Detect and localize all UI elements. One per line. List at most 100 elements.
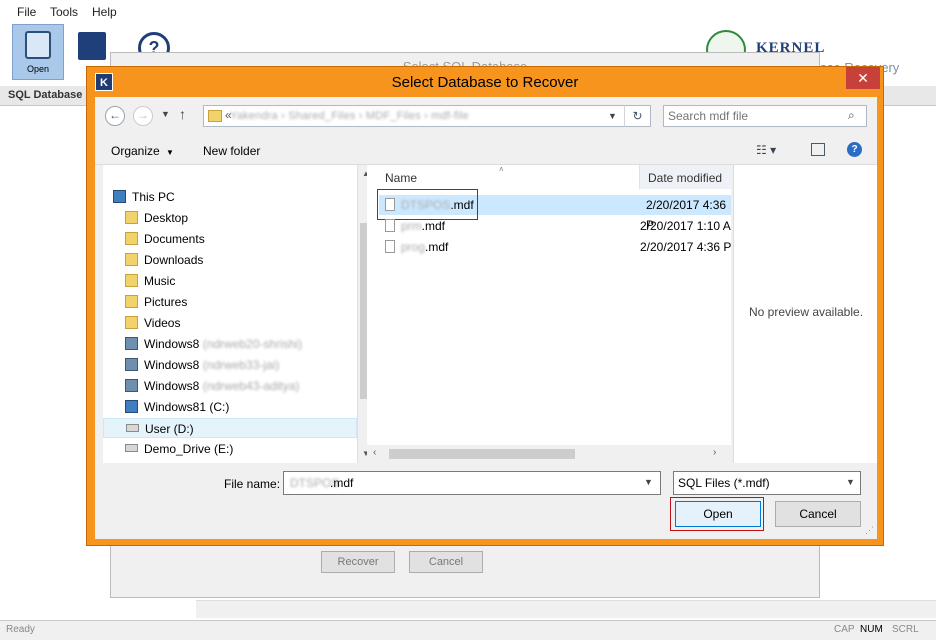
cancel-button[interactable]: Cancel [775,501,861,527]
nav-label: Downloads [144,253,204,267]
menu-tools[interactable]: Tools [50,5,78,19]
scroll-right-icon[interactable]: › [713,447,716,458]
chevron-down-icon[interactable]: ▼ [846,477,855,487]
file-row[interactable]: prm.mdf 2/20/2017 1:10 A [385,216,739,236]
nav-item-pictures[interactable]: Pictures [125,292,373,312]
nav-item-videos[interactable]: Videos [125,313,373,333]
windows-drive-icon [125,400,138,413]
new-folder-button[interactable]: New folder [203,144,260,158]
nav-item-network-2[interactable]: Windows8 (ndrweb33-jai) [125,355,373,375]
file-icon [385,240,395,253]
file-icon [385,219,395,232]
address-bar[interactable]: « Yakendra › Shared_Files › MDF_Files › … [203,105,651,127]
search-icon[interactable]: ⌕ [848,108,855,123]
dialog-body: ← → ▼ ↑ « Yakendra › Shared_Files › MDF_… [95,97,877,539]
file-type-select[interactable]: SQL Files (*.mdf) ▼ [673,471,861,495]
nav-label: Windows8 [144,337,200,351]
up-arrow-icon[interactable]: ↑ [179,106,186,122]
downloads-folder-icon [125,253,138,266]
nav-item-desktop[interactable]: Desktop [125,208,373,228]
database-open-icon [25,31,51,59]
status-num: NUM [860,624,883,635]
status-text: Ready [6,624,35,635]
column-name[interactable]: Name [385,171,417,191]
preview-pane-icon[interactable] [811,143,825,156]
chevron-down-icon: ▼ [166,148,174,157]
file-date: 2/20/2017 4:36 P [640,240,732,254]
status-cap: CAP [834,624,855,635]
nav-this-pc[interactable]: This PC [113,187,361,207]
recover-button[interactable]: Recover [321,551,395,573]
network-drive-icon [125,358,138,371]
nav-item-downloads[interactable]: Downloads [125,250,373,270]
nav-item-drive-e[interactable]: Demo_Drive (E:) [125,439,373,459]
nav-label: Demo_Drive (E:) [144,442,234,456]
view-options-icon[interactable]: ☷ ▾ [756,143,776,157]
nav-item-drive-c[interactable]: Windows81 (C:) [125,397,373,417]
disk-drive-icon [125,444,138,452]
scroll-thumb[interactable] [389,449,575,459]
refresh-icon[interactable]: ↻ [624,105,650,127]
organize-label: Organize [111,144,160,158]
nav-item-network-1[interactable]: Windows8 (ndrweb20-shrishi) [125,334,373,354]
file-ext: .mdf [425,240,449,254]
app-menubar: File Tools Help [0,0,936,24]
navigation-pane: This PC Desktop Documents Downloads Musi… [103,165,374,463]
menu-file[interactable]: File [17,5,36,19]
save-icon[interactable] [78,32,106,60]
column-date-modified[interactable]: Date modified [639,165,731,189]
nav-label-redacted: (ndrweb43-aditya) [202,379,300,393]
file-type-value: SQL Files (*.mdf) [678,476,770,490]
back-button[interactable]: ← [105,106,125,126]
file-name-redacted: prm [401,219,422,233]
documents-folder-icon [125,232,138,245]
videos-folder-icon [125,316,138,329]
search-box[interactable]: ⌕ [663,105,867,127]
file-name-label: File name: [224,477,281,491]
recent-locations-icon[interactable]: ▼ [161,109,170,119]
organize-button[interactable]: Organize ▼ [111,144,174,158]
app-left-scroll [196,600,936,618]
preview-text: No preview available. [748,305,864,319]
file-name-redacted: prog [401,240,426,254]
bg-cancel-button[interactable]: Cancel [409,551,483,573]
nav-label: This PC [132,190,175,204]
chevron-down-icon[interactable]: ▼ [644,477,653,487]
file-row[interactable]: prog.mdf 2/20/2017 4:36 P [385,237,739,257]
address-dropdown-icon[interactable]: ▼ [608,111,617,121]
preview-pane: No preview available. [733,165,877,463]
horizontal-scrollbar[interactable]: ‹ › [367,445,731,463]
disk-drive-icon [126,424,139,432]
command-bar: Organize ▼ New folder ☷ ▾ ? [95,137,877,165]
nav-item-drive-d[interactable]: User (D:) [103,418,357,438]
nav-label: Windows8 [144,379,200,393]
nav-item-music[interactable]: Music [125,271,373,291]
close-button[interactable]: ✕ [846,67,880,89]
nav-label: Desktop [144,211,189,225]
network-drive-icon [125,379,138,392]
help-icon[interactable]: ? [847,142,862,157]
sort-ascending-icon: ˄ [499,165,504,174]
file-date: 2/20/2017 1:10 A [640,219,731,233]
forward-button[interactable]: → [133,106,153,126]
open-tool-label: Open [26,64,50,74]
open-button[interactable]: Open [675,501,761,527]
nav-label: Windows81 (C:) [144,400,230,414]
resize-grip-icon[interactable]: ⋰ [865,525,874,536]
nav-label: User (D:) [145,422,194,436]
file-name-value: .mdf [330,476,354,490]
dialog-title: Select Database to Recover [391,74,579,91]
nav-label: Pictures [144,295,188,309]
search-input[interactable] [666,108,836,124]
nav-label-redacted: (ndrweb20-shrishi) [202,337,303,351]
menu-help[interactable]: Help [92,5,117,19]
computer-icon [113,190,126,203]
nav-item-documents[interactable]: Documents [125,229,373,249]
file-name-input[interactable]: DTSPOS .mdf ▼ [283,471,661,495]
status-bar: Ready CAP NUM SCRL [0,620,936,640]
file-ext: .mdf [421,219,446,233]
nav-item-network-3[interactable]: Windows8 (ndrweb43-aditya) [125,376,373,396]
address-path: Yakendra › Shared_Files › MDF_Files › md… [230,110,469,122]
pictures-folder-icon [125,295,138,308]
scroll-left-icon[interactable]: ‹ [373,447,376,458]
